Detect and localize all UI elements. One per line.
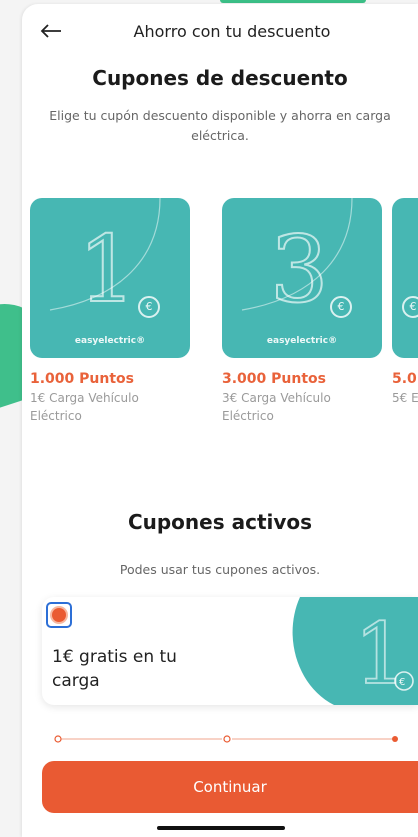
coupon-tile: 1 € easyelectric® [30,198,190,358]
coupon-description: 3€ Carga Vehículo Eléctrico [222,391,331,423]
coupon-points: 3.000 Puntos [222,371,326,387]
home-indicator [157,826,285,830]
coupon-value: 1 [77,216,138,323]
page-dot-1 [54,735,62,743]
coupon-value: 3 [269,216,330,323]
page-dot-3-active [392,736,398,742]
svg-text:€: € [399,677,405,688]
coupon-card-3[interactable]: 3 € easyelectric® 3.000 Puntos 3€ Carga … [222,198,382,425]
discount-coupons-subtitle: Elige tu cupón descuento disponible y ah… [49,108,391,143]
active-coupons-subtitle: Podes usar tus cupones activos. [119,562,321,577]
coupon-carousel[interactable]: 1 € easyelectric® 1.000 Puntos 1€ Carga … [22,198,418,448]
page-indicator[interactable] [52,732,402,746]
continue-button[interactable]: Continuar [42,761,418,813]
euro-icon: € [138,296,160,318]
euro-icon: € [330,296,352,318]
coupon-points: 5.0 [392,371,417,387]
euro-icon: € [402,296,418,318]
coupon-brand: easyelectric® [266,336,338,346]
active-coupon-graphic: 1 € [292,597,418,705]
coupon-tile: € [392,198,418,358]
app-screen: Ahorro con tu descuento Cupones de descu… [22,4,418,837]
coupon-radio-button[interactable] [46,602,72,628]
header-title: Ahorro con tu descuento [133,22,331,41]
radio-selected-dot [52,608,66,622]
coupon-description: 5€ Elé [392,391,418,405]
coupon-tile: 3 € easyelectric® [222,198,382,358]
coupon-brand: easyelectric® [74,336,146,346]
active-coupon-card[interactable]: 1€ gratis en tu carga 1 € [42,597,418,705]
coupon-description: 1€ Carga Vehículo Eléctrico [30,391,139,423]
top-accent-bar [220,0,366,3]
coupon-card-1[interactable]: 1 € easyelectric® 1.000 Puntos 1€ Carga … [30,198,190,425]
app-header: Ahorro con tu descuento [22,4,418,58]
discount-coupons-title: Cupones de descuento [92,66,348,90]
page-dot-2 [223,735,231,743]
coupon-points: 1.000 Puntos [30,371,134,387]
active-coupons-title: Cupones activos [127,510,313,534]
coupon-card-5-partial[interactable]: € 5.0 5€ Elé [392,198,418,407]
active-coupon-label: 1€ gratis en tu carga [52,647,177,691]
